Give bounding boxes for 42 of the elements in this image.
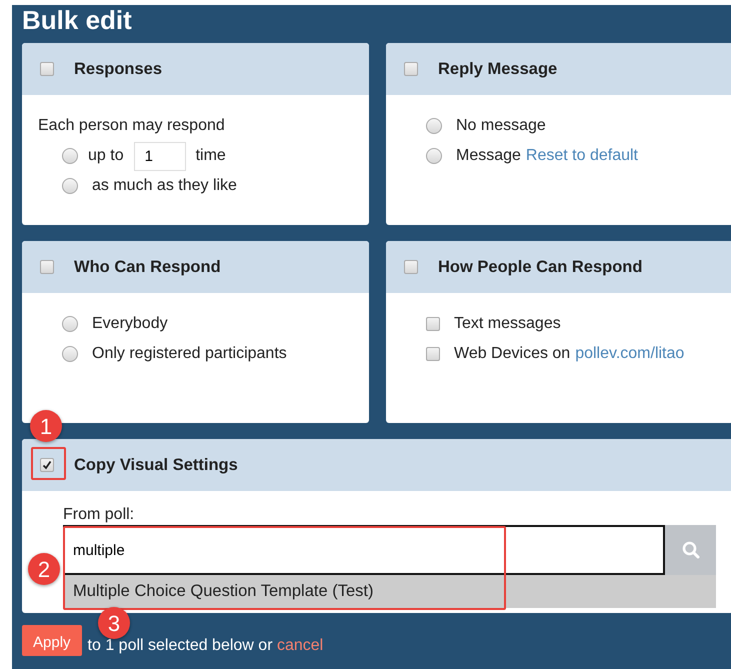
option-label: time (196, 146, 226, 166)
checkbox[interactable] (426, 347, 440, 361)
option-label: Everybody (92, 314, 168, 334)
option-label: Only registered participants (92, 344, 287, 364)
search-field[interactable]: multiple (63, 525, 665, 575)
card-title: Who Can Respond (74, 256, 221, 278)
checkbox[interactable] (404, 260, 418, 274)
radio-button[interactable] (426, 118, 442, 134)
radio-button[interactable] (62, 316, 78, 332)
checkbox[interactable] (40, 62, 54, 76)
checkbox[interactable] (426, 317, 440, 331)
option-label: No message (456, 116, 546, 136)
checkbox[interactable] (40, 458, 54, 472)
footer-text: to 1 poll selected below or cancel (88, 636, 324, 656)
highlight-frame (31, 447, 66, 480)
radio-button[interactable] (62, 148, 78, 164)
field-label: From poll: (63, 505, 136, 525)
card-title: How People Can Respond (438, 256, 642, 278)
step-marker: 3 (98, 607, 130, 639)
radio-button[interactable] (426, 148, 442, 164)
card-title: Responses (74, 58, 162, 80)
checkbox[interactable] (40, 260, 54, 274)
radio-button[interactable] (62, 346, 78, 362)
option-label: as much as they like (92, 176, 237, 196)
checkbox[interactable] (404, 62, 418, 76)
search-icon (682, 541, 700, 559)
link[interactable]: Reset to default (526, 144, 638, 168)
option-label: Message (456, 146, 521, 166)
option-label: up to (88, 146, 124, 166)
count-field[interactable]: 1 (134, 142, 186, 170)
page-title: Bulk edit (22, 5, 133, 37)
search-button[interactable] (665, 525, 716, 575)
card-title: Reply Message (438, 58, 558, 80)
card-title: Copy Visual Settings (74, 454, 238, 476)
apply-button[interactable]: Apply (22, 625, 82, 656)
link[interactable]: pollev.com/litao (575, 342, 684, 366)
radio-button[interactable] (62, 178, 78, 194)
option-label: Text messages (454, 314, 561, 334)
suggestion-item[interactable]: Multiple Choice Question Template (Test) (63, 575, 716, 608)
option-label: Web Devices on (454, 344, 570, 364)
option-label: Each person may respond (38, 116, 225, 136)
cancel-link[interactable]: cancel (276, 637, 324, 654)
